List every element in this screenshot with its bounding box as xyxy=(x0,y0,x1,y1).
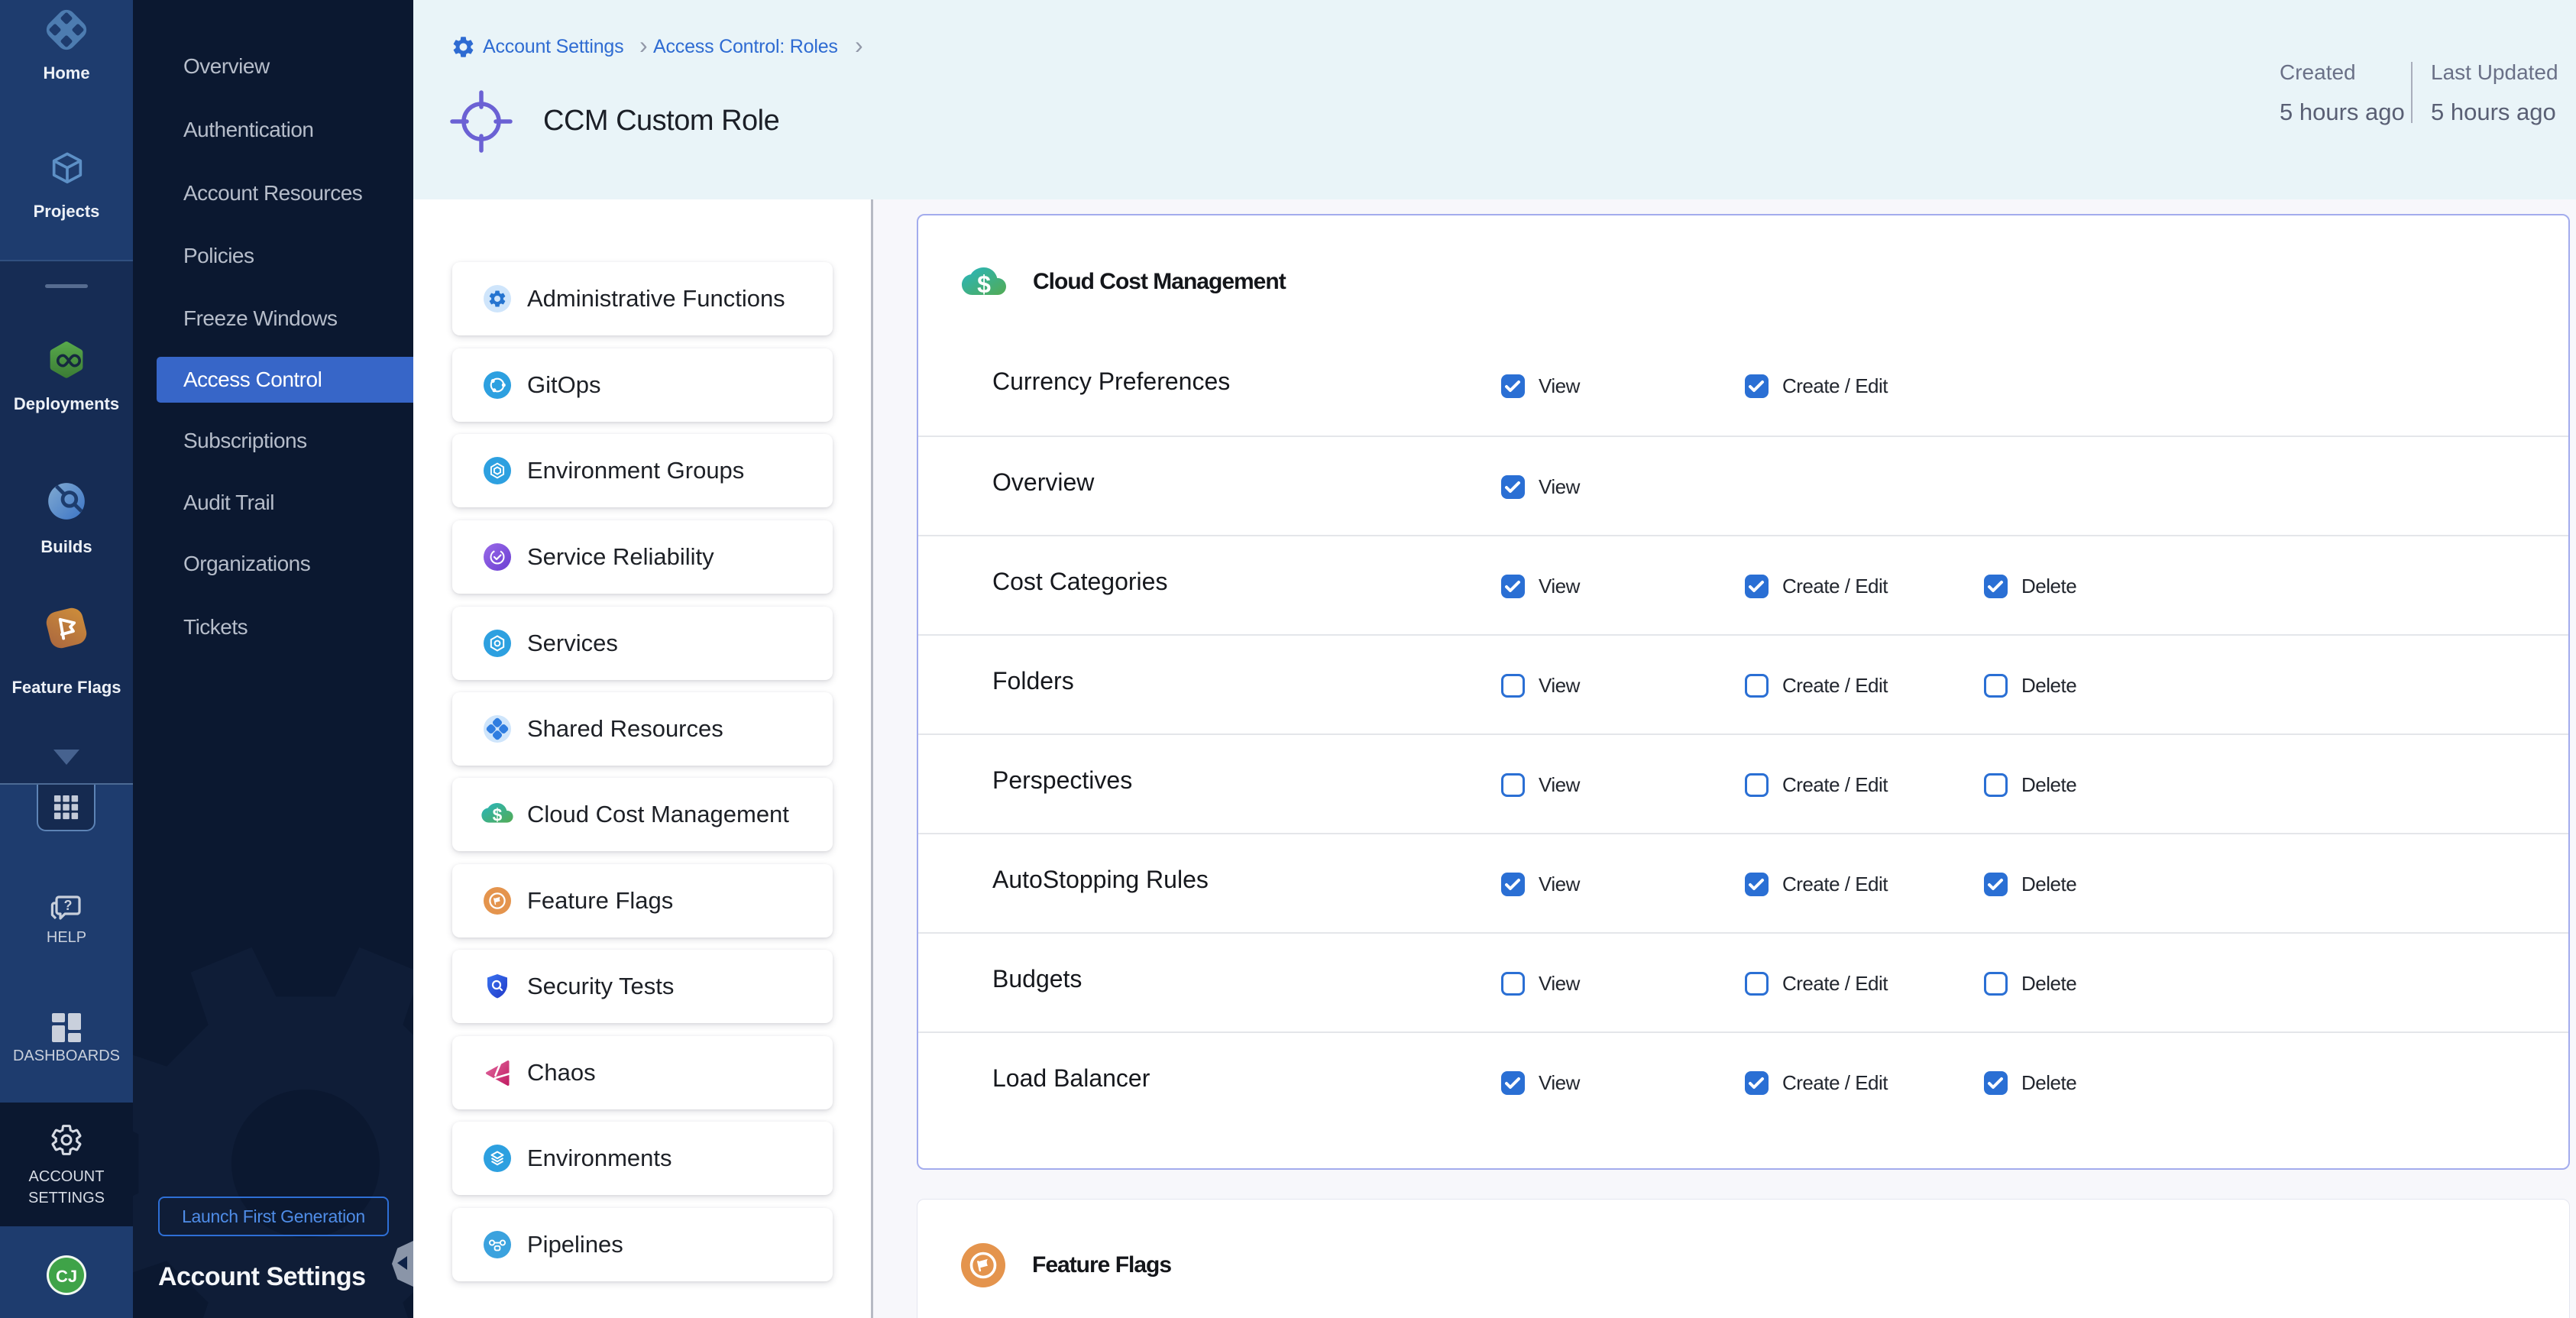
svg-text:$: $ xyxy=(977,270,991,298)
svg-text:?: ? xyxy=(64,898,73,913)
svg-text:$: $ xyxy=(493,805,503,824)
